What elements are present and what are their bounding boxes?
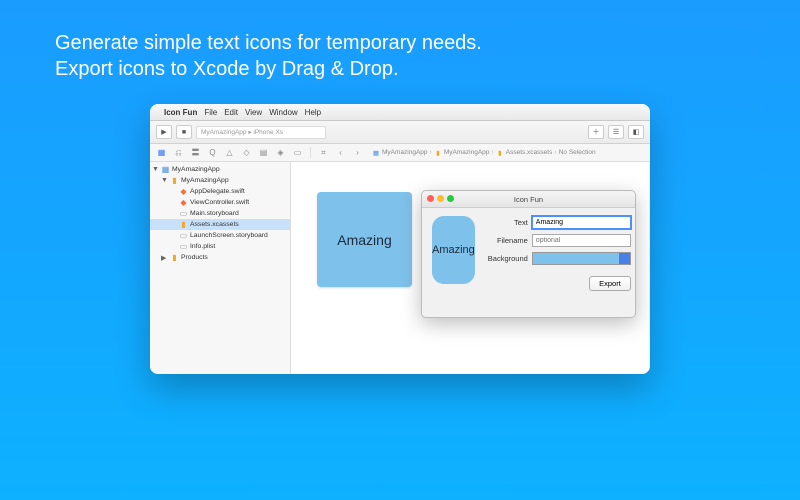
library-button[interactable]: ＋ bbox=[588, 125, 604, 139]
hero-line-2: Export icons to Xcode by Drag & Drop. bbox=[55, 56, 745, 82]
text-field-label: Text bbox=[483, 218, 528, 227]
tree-group-label: MyAmazingApp bbox=[181, 177, 229, 184]
iconfun-title: Icon Fun bbox=[514, 195, 543, 204]
tree-file-label: LaunchScreen.storyboard bbox=[190, 232, 268, 239]
toolbar: ▶ ■ MyAmazingApp ▸ iPhone Xs ＋ ☰ ◧ bbox=[150, 121, 650, 144]
export-button[interactable]: Export bbox=[589, 276, 631, 291]
issue-navigator-icon[interactable]: △ bbox=[223, 146, 236, 159]
background-color-picker[interactable] bbox=[532, 252, 631, 265]
project-icon: ▦ bbox=[161, 165, 170, 174]
tree-products[interactable]: ▶▮ Products bbox=[150, 252, 290, 263]
crumb-0[interactable]: MyAmazingApp bbox=[382, 149, 428, 156]
forward-icon[interactable]: › bbox=[351, 146, 364, 159]
iconfun-form: Text Filename Background Export bbox=[483, 216, 631, 291]
tree-file[interactable]: ▭ LaunchScreen.storyboard bbox=[150, 230, 290, 241]
debug-navigator-icon[interactable]: ▤ bbox=[257, 146, 270, 159]
iconfun-preview[interactable]: Amazing bbox=[432, 216, 475, 284]
plist-file-icon: ▭ bbox=[179, 242, 188, 251]
crumb-1[interactable]: MyAmazingApp bbox=[444, 149, 490, 156]
divider bbox=[310, 147, 311, 158]
iconfun-window[interactable]: Icon Fun Amazing Text Filename Backgroun… bbox=[421, 190, 636, 318]
folder-icon: ▮ bbox=[170, 253, 179, 262]
storyboard-file-icon: ▭ bbox=[179, 209, 188, 218]
assets-icon: ▮ bbox=[179, 220, 188, 229]
tree-file[interactable]: ◆ ViewController.swift bbox=[150, 197, 290, 208]
hero-text: Generate simple text icons for temporary… bbox=[0, 0, 800, 92]
breakpoint-navigator-icon[interactable]: ◈ bbox=[274, 146, 287, 159]
scheme-selector[interactable]: MyAmazingApp ▸ iPhone Xs bbox=[196, 126, 326, 139]
tree-file-label: ViewController.swift bbox=[190, 199, 249, 206]
tree-file-label: Main.storyboard bbox=[190, 210, 239, 217]
swift-file-icon: ◆ bbox=[179, 187, 188, 196]
project-navigator: ▼▦ MyAmazingApp ▼▮ MyAmazingApp ◆ AppDel… bbox=[150, 162, 291, 374]
editor-layout-button[interactable]: ☰ bbox=[608, 125, 624, 139]
tree-file-selected[interactable]: ▮ Assets.xcassets bbox=[150, 219, 290, 230]
crumb-3: No Selection bbox=[559, 149, 596, 156]
tree-file[interactable]: ◆ AppDelegate.swift bbox=[150, 186, 290, 197]
tree-file[interactable]: ▭ Info.plist bbox=[150, 241, 290, 252]
navigator-tab-row: ▦ ⎌ 〓 Q △ ◇ ▤ ◈ ▭ ⌗ ‹ › ▦ MyAmazingApp ›… bbox=[150, 144, 650, 162]
tree-group[interactable]: ▼▮ MyAmazingApp bbox=[150, 175, 290, 186]
tree-root-label: MyAmazingApp bbox=[172, 166, 220, 173]
menu-file[interactable]: File bbox=[204, 108, 217, 117]
related-items-icon[interactable]: ⌗ bbox=[317, 146, 330, 159]
tree-products-label: Products bbox=[181, 254, 208, 261]
menu-edit[interactable]: Edit bbox=[224, 108, 238, 117]
symbol-navigator-icon[interactable]: 〓 bbox=[189, 146, 202, 159]
filename-field-label: Filename bbox=[483, 236, 528, 245]
iconfun-body: Amazing Text Filename Background Export bbox=[422, 208, 635, 297]
folder-icon: ▮ bbox=[434, 149, 442, 157]
report-navigator-icon[interactable]: ▭ bbox=[291, 146, 304, 159]
project-navigator-icon[interactable]: ▦ bbox=[155, 146, 168, 159]
stop-button[interactable]: ■ bbox=[176, 125, 192, 139]
tree-file-label: AppDelegate.swift bbox=[190, 188, 245, 195]
tree-root[interactable]: ▼▦ MyAmazingApp bbox=[150, 164, 290, 175]
iconfun-preview-text: Amazing bbox=[432, 244, 475, 256]
menubar: Icon Fun File Edit View Window Help bbox=[150, 104, 650, 121]
xcode-window: Icon Fun File Edit View Window Help ▶ ■ … bbox=[150, 104, 650, 374]
storyboard-file-icon: ▭ bbox=[179, 231, 188, 240]
text-input[interactable] bbox=[532, 216, 631, 229]
filename-input[interactable] bbox=[532, 234, 631, 247]
crumb-2[interactable]: Assets.xcassets bbox=[506, 149, 553, 156]
menu-help[interactable]: Help bbox=[305, 108, 321, 117]
tree-file-label: Info.plist bbox=[190, 243, 215, 250]
app-menu[interactable]: Icon Fun bbox=[164, 108, 197, 117]
icon-preview-large[interactable]: Amazing bbox=[317, 192, 412, 287]
hero-line-1: Generate simple text icons for temporary… bbox=[55, 30, 745, 56]
folder-icon: ▮ bbox=[496, 149, 504, 157]
find-navigator-icon[interactable]: Q bbox=[206, 146, 219, 159]
back-icon[interactable]: ‹ bbox=[334, 146, 347, 159]
run-button[interactable]: ▶ bbox=[156, 125, 172, 139]
zoom-icon[interactable] bbox=[447, 195, 454, 202]
source-control-navigator-icon[interactable]: ⎌ bbox=[172, 146, 185, 159]
project-icon: ▦ bbox=[372, 149, 380, 157]
tree-file[interactable]: ▭ Main.storyboard bbox=[150, 208, 290, 219]
swift-file-icon: ◆ bbox=[179, 198, 188, 207]
menu-window[interactable]: Window bbox=[269, 108, 297, 117]
icon-preview-text: Amazing bbox=[337, 232, 391, 248]
scheme-label: MyAmazingApp ▸ iPhone Xs bbox=[201, 128, 283, 136]
test-navigator-icon[interactable]: ◇ bbox=[240, 146, 253, 159]
background-field-label: Background bbox=[483, 254, 528, 263]
folder-icon: ▮ bbox=[170, 176, 179, 185]
menu-view[interactable]: View bbox=[245, 108, 262, 117]
close-icon[interactable] bbox=[427, 195, 434, 202]
breadcrumb[interactable]: ▦ MyAmazingApp › ▮ MyAmazingApp › ▮ Asse… bbox=[372, 149, 596, 157]
minimize-icon[interactable] bbox=[437, 195, 444, 202]
iconfun-titlebar[interactable]: Icon Fun bbox=[422, 191, 635, 208]
inspectors-button[interactable]: ◧ bbox=[628, 125, 644, 139]
tree-file-label: Assets.xcassets bbox=[190, 221, 239, 228]
